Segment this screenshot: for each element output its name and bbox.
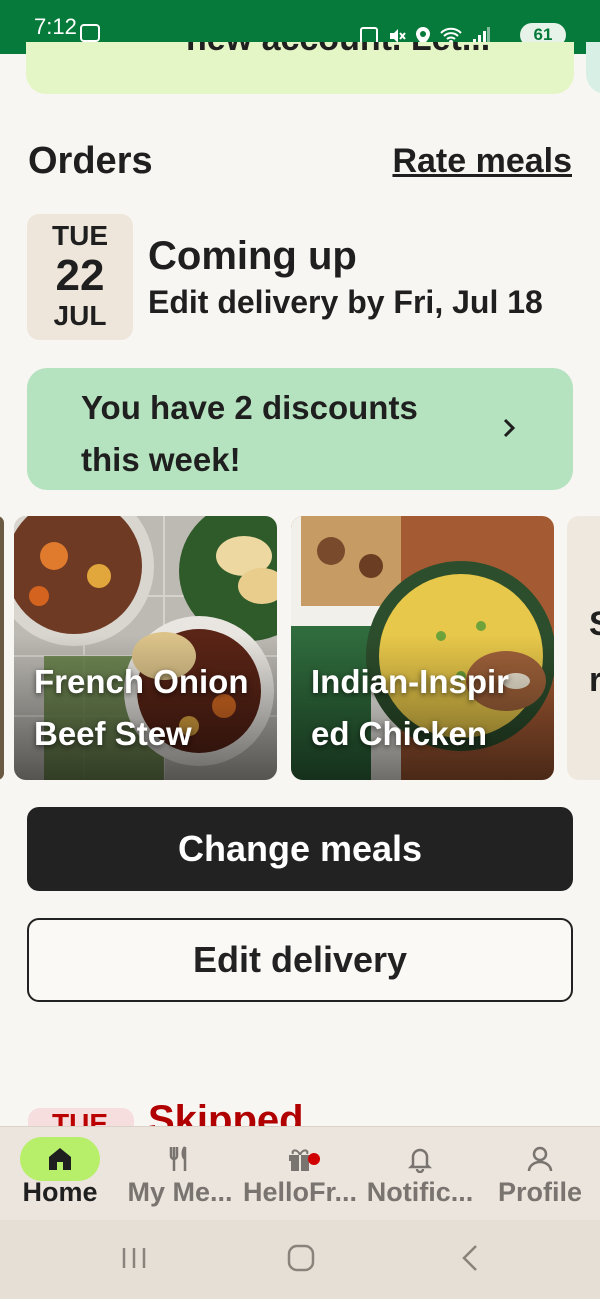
delivery-status-title: Coming up (148, 234, 357, 278)
meal-carousel[interactable]: French Onion Beef Stew Indian-Inspir ed … (0, 516, 600, 780)
meal-title: French Onion Beef Stew (34, 656, 249, 760)
meal-title-line: French Onion (34, 663, 249, 700)
meal-title: S r (589, 596, 600, 708)
back-icon[interactable] (458, 1244, 482, 1272)
home-icon (49, 1148, 71, 1170)
chevron-right-icon (503, 418, 516, 438)
delivery-edit-deadline: Edit delivery by Fri, Jul 18 (148, 284, 543, 320)
discount-banner-text: You have 2 discounts this week! (81, 389, 418, 478)
delivery-date-badge: TUE 22 JUL (27, 214, 133, 340)
meal-title-line: Beef Stew (34, 715, 192, 752)
nav-label: My Me... (127, 1177, 233, 1207)
nav-icon-holder (380, 1137, 460, 1181)
nav-label: Notific... (366, 1177, 474, 1207)
system-navigation-bar (0, 1220, 600, 1299)
edit-delivery-button[interactable]: Edit delivery (27, 918, 573, 1002)
status-time: 7:12 (34, 14, 77, 39)
nav-label: HelloFr... (242, 1177, 358, 1207)
meal-card[interactable]: French Onion Beef Stew (14, 516, 277, 780)
meal-title-line: ed Chicken (311, 715, 488, 752)
nav-icon-holder (140, 1137, 220, 1181)
nav-icon-holder (500, 1137, 580, 1181)
bottom-navigation: Home My Me... HelloFr... Notific... Prof… (0, 1126, 600, 1220)
nav-label: Home (22, 1177, 98, 1207)
promo-card-next[interactable] (586, 42, 600, 94)
recent-apps-icon[interactable] (120, 1244, 148, 1272)
change-meals-button[interactable]: Change meals (27, 807, 573, 891)
nav-notifications[interactable]: Notific... (360, 1127, 480, 1221)
fork-knife-icon (169, 1146, 187, 1171)
nav-my-menu[interactable]: My Me... (120, 1127, 240, 1221)
rate-meals-link[interactable]: Rate meals (392, 142, 572, 181)
meal-title-line: Indian-Inspir (311, 663, 509, 700)
nav-icon-holder (260, 1137, 340, 1181)
delivery-month: JUL (53, 300, 107, 331)
promo-card[interactable]: new account. Let... (26, 42, 574, 94)
meal-title: Indian-Inspir ed Chicken (311, 656, 509, 760)
nav-label: Profile (497, 1177, 583, 1207)
meal-title-line: r (589, 661, 600, 699)
nav-hellofresh[interactable]: HelloFr... (240, 1127, 360, 1221)
meal-card[interactable]: Indian-Inspir ed Chicken (291, 516, 554, 780)
meal-card-previous[interactable] (0, 516, 4, 780)
orders-title: Orders (28, 140, 153, 182)
delivery-day: 22 (55, 251, 105, 300)
screenshot-icon (80, 24, 100, 42)
nav-profile[interactable]: Profile (480, 1127, 600, 1221)
person-icon (527, 1146, 553, 1172)
discount-banner[interactable]: You have 2 discounts this week! (27, 368, 573, 490)
nav-active-indicator (20, 1137, 100, 1181)
meal-title-line: S (589, 605, 600, 643)
bell-icon (407, 1148, 433, 1173)
notification-dot (308, 1153, 320, 1165)
home-button-icon[interactable] (286, 1244, 316, 1272)
promo-text: new account. Let... (186, 42, 490, 59)
nav-home[interactable]: Home (0, 1127, 120, 1221)
meal-card-next[interactable]: S r (567, 516, 600, 780)
delivery-day-of-week: TUE (52, 220, 108, 251)
skipped-title: Skipped (148, 1098, 304, 1128)
